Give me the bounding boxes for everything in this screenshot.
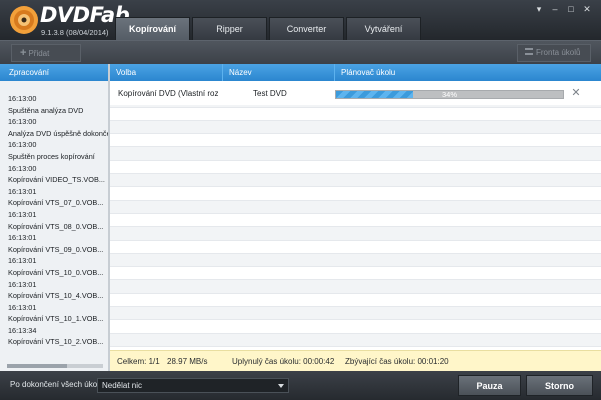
empty-row xyxy=(110,108,601,121)
empty-row xyxy=(110,147,601,161)
tab-converter[interactable]: Converter xyxy=(269,17,344,40)
add-button[interactable]: + Přidat xyxy=(11,44,81,62)
log-entry: Kopírování VTS_10_4.VOB... xyxy=(8,291,104,301)
column-header-title[interactable]: Název xyxy=(222,64,334,81)
log-entry: 16:13:00 xyxy=(8,140,37,150)
table-row[interactable]: Kopírování DVD (Vlastní roz... Test DVD … xyxy=(110,83,601,105)
empty-row xyxy=(110,267,601,281)
status-speed: 28.97 MB/s xyxy=(167,357,208,366)
status-total: Celkem: 1/1 xyxy=(117,357,160,366)
toolbar: + Přidat Fronta úkolů xyxy=(0,40,601,64)
log-entry: Kopírování VTS_08_0.VOB... xyxy=(8,221,104,231)
empty-row xyxy=(110,280,601,294)
empty-row xyxy=(110,320,601,334)
empty-row xyxy=(110,161,601,175)
processing-header: Zpracování xyxy=(0,64,108,81)
tab-ripper[interactable]: Ripper xyxy=(192,17,267,40)
menu-icon[interactable]: ▾ xyxy=(531,2,547,16)
log-entry: Spuštěn proces kopírování xyxy=(8,151,95,161)
dvdfab-logo-icon xyxy=(10,6,38,34)
log-entry: Kopírování VIDEO_TS.VOB... xyxy=(8,175,105,185)
tab-kopirovani[interactable]: Kopírování xyxy=(115,17,190,40)
log-entry: 16:13:01 xyxy=(8,256,37,266)
log-entry: 16:13:00 xyxy=(8,94,37,103)
empty-row xyxy=(110,333,601,347)
chevron-down-icon xyxy=(278,384,284,388)
bottom-bar: Po dokončení všech úkolů: Nedělat nic Pa… xyxy=(0,371,601,400)
after-completion-select[interactable]: Nedělat nic xyxy=(97,378,289,393)
empty-row xyxy=(110,294,601,308)
empty-row xyxy=(110,241,601,254)
task-progress-bar: 34% xyxy=(335,90,564,99)
log-entry: Kopírování VTS_10_2.VOB... xyxy=(8,337,104,347)
log-entry: 16:13:01 xyxy=(8,209,37,219)
empty-row xyxy=(110,174,601,188)
status-bar: Celkem: 1/1 28.97 MB/s Uplynulý čas úkol… xyxy=(110,350,601,371)
task-grid: Volba Název Plánovač úkolu Kopírování DV… xyxy=(110,64,601,371)
column-header-option[interactable]: Volba xyxy=(110,64,222,81)
empty-row xyxy=(110,253,601,268)
close-icon[interactable]: ✕ xyxy=(579,2,595,16)
grid-rows xyxy=(110,81,601,347)
window-controls: ▾ – □ ✕ xyxy=(531,2,595,16)
main-tabs: Kopírování Ripper Converter Vytváření xyxy=(115,17,423,40)
log-entry: 16:13:34 xyxy=(8,325,37,335)
cancel-button[interactable]: Storno xyxy=(526,375,593,396)
log-entry: 16:13:01 xyxy=(8,186,37,196)
empty-row xyxy=(110,187,601,201)
add-button-label: Přidat xyxy=(28,49,50,58)
processing-log: 16:13:00 Spuštěna analýza DVD 16:13:00 Anal… xyxy=(0,81,108,361)
task-queue-label: Fronta úkolů xyxy=(536,48,581,57)
log-entry: 16:13:01 xyxy=(8,233,37,243)
status-elapsed: Uplynulý čas úkolu: 00:00:42 xyxy=(232,357,335,366)
log-entry: 16:13:00 xyxy=(8,117,37,127)
log-entry: Kopírování VTS_10_1.VOB... xyxy=(8,314,104,324)
log-entry: Kopírování VTS_09_0.VOB... xyxy=(8,244,104,254)
minimize-icon[interactable]: – xyxy=(547,2,563,16)
title-bar: DVDFab 9.1.3.8 (08/04/2014) Kopírování R… xyxy=(0,0,601,40)
processing-panel: Zpracování 16:13:00 Spuštěna analýza DVD 1… xyxy=(0,64,110,371)
log-entry: 16:13:01 xyxy=(8,302,37,312)
task-queue-button[interactable]: Fronta úkolů xyxy=(517,44,591,62)
empty-row xyxy=(110,227,601,241)
task-title-cell: Test DVD xyxy=(253,89,287,98)
scrollbar-thumb[interactable] xyxy=(7,364,67,368)
empty-row xyxy=(110,214,601,228)
log-entry: 16:13:00 xyxy=(8,163,37,173)
empty-row xyxy=(110,200,601,214)
column-header-scheduler[interactable]: Plánovač úkolu xyxy=(334,64,601,81)
list-icon xyxy=(525,48,533,56)
maximize-icon[interactable]: □ xyxy=(563,2,579,16)
version-label: 9.1.3.8 (08/04/2014) xyxy=(41,28,109,37)
plus-icon: + xyxy=(20,47,27,59)
log-entry: Analýza DVD úspěšně dokonče xyxy=(8,128,108,138)
log-horizontal-scrollbar[interactable] xyxy=(7,364,103,368)
status-remaining: Zbývající čas úkolu: 00:01:20 xyxy=(345,357,449,366)
log-entry: Spuštěna analýza DVD xyxy=(8,105,84,115)
remove-task-icon[interactable]: ✕ xyxy=(570,87,582,99)
grid-header: Volba Název Plánovač úkolu xyxy=(110,64,601,81)
log-entry: Kopírování VTS_10_0.VOB... xyxy=(8,267,104,277)
empty-row xyxy=(110,307,601,321)
tab-vytvareni[interactable]: Vytváření xyxy=(346,17,421,40)
progress-percent: 34% xyxy=(441,90,457,99)
log-entry: 16:13:01 xyxy=(8,279,37,289)
pause-button[interactable]: Pauza xyxy=(458,375,521,396)
empty-row xyxy=(110,120,601,135)
log-entry: Kopírování VTS_07_0.VOB... xyxy=(8,198,104,208)
task-option-cell: Kopírování DVD (Vlastní roz... xyxy=(118,89,218,98)
after-completion-label: Po dokončení všech úkolů: xyxy=(10,380,106,389)
after-completion-value: Nedělat nic xyxy=(102,381,143,390)
empty-row xyxy=(110,134,601,148)
